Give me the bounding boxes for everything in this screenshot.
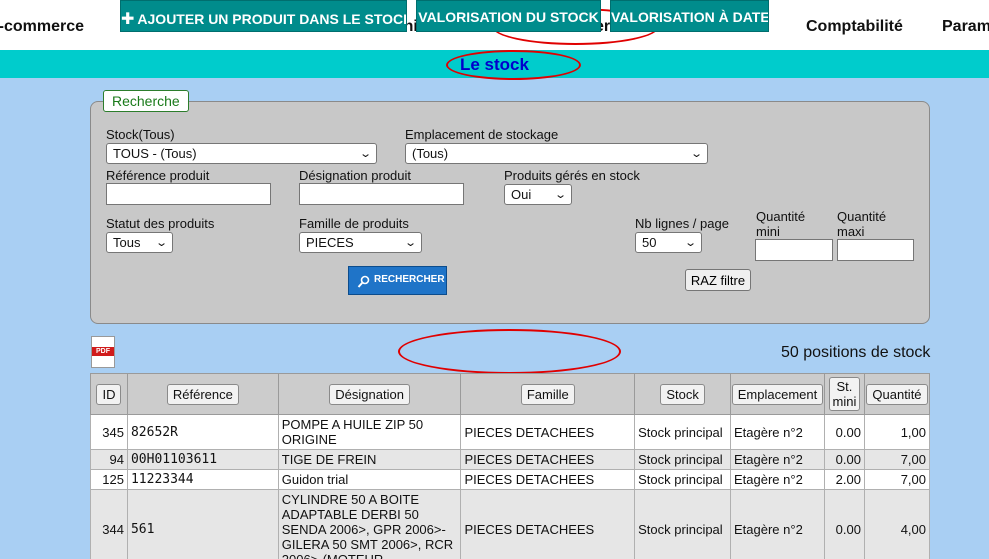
table-header-row: ID Référence Désignation Famille Stock E… [90, 373, 931, 415]
search-button[interactable]: RECHERCHER [348, 266, 447, 295]
nblignes-label: Nb lignes / page [635, 216, 729, 231]
table-row[interactable]: 345 82652R POMPE A HUILE ZIP 50 ORIGINE … [90, 414, 931, 450]
chevron-down-icon: ⌄ [689, 148, 703, 160]
chevron-down-icon: ⌄ [553, 189, 567, 201]
header-id[interactable]: ID [96, 383, 122, 405]
reference-label: Référence produit [106, 168, 210, 183]
search-button-label: RECHERCHER [374, 274, 445, 285]
page-title: Le stock [460, 55, 529, 74]
table-row[interactable]: 344 561 CYLINDRE 50 A BOITE ADAPTABLE DE… [90, 489, 931, 559]
nav-item-ecommerce[interactable]: E-commerce [0, 18, 84, 36]
stock-table: ID Référence Désignation Famille Stock E… [90, 373, 931, 559]
qmax-label-line2: maxi [837, 224, 865, 239]
product-reference-link[interactable]: 82652R [126, 414, 279, 450]
geres-label: Produits gérés en stock [504, 168, 640, 183]
pdf-export-icon[interactable]: PDF [91, 336, 115, 368]
chevron-down-icon: ⌄ [403, 237, 417, 249]
nav-item-parametres[interactable]: Param [942, 18, 989, 36]
highlight-ring-valorisation [398, 329, 621, 374]
reset-filter-button[interactable]: RAZ filtre [685, 269, 751, 291]
stock-label: Stock(Tous) [106, 127, 175, 142]
chevron-down-icon: ⌄ [683, 237, 697, 249]
chevron-down-icon: ⌄ [154, 237, 168, 249]
reference-input[interactable] [106, 183, 271, 205]
search-legend: Recherche [103, 90, 189, 112]
emplacement-label: Emplacement de stockage [405, 127, 559, 142]
designation-label: Désignation produit [299, 168, 412, 183]
statut-label: Statut des produits [106, 216, 215, 231]
chevron-down-icon: ⌄ [358, 148, 372, 160]
qmin-label-line1: Quantité [756, 209, 806, 224]
valorisation-date-button[interactable]: VALORISATION À DATE [610, 0, 769, 32]
sub-header-bar: Le stock [0, 50, 989, 78]
header-reference[interactable]: Référence [166, 383, 239, 405]
nblignes-select[interactable]: 50 ⌄ [635, 232, 702, 253]
add-product-button[interactable]: ✚ AJOUTER UN PRODUIT DANS LE STOCK [120, 0, 407, 32]
qmax-label-line1: Quantité [837, 209, 887, 224]
product-reference-link[interactable]: 11223344 [126, 469, 279, 490]
statut-select[interactable]: Tous ⌄ [106, 232, 173, 253]
famille-select[interactable]: PIECES ⌄ [299, 232, 422, 253]
header-famille[interactable]: Famille [520, 383, 575, 405]
nav-item-comptabilite[interactable]: Comptabilité [806, 18, 903, 36]
valorisation-button[interactable]: VALORISATION DU STOCK [416, 0, 601, 32]
header-stock[interactable]: Stock [660, 383, 705, 405]
geres-select[interactable]: Oui ⌄ [504, 184, 572, 205]
search-icon [357, 275, 370, 288]
header-designation[interactable]: Désignation [329, 383, 410, 405]
positions-count: 50 positions de stock [781, 344, 931, 361]
stock-select[interactable]: TOUS - (Tous) ⌄ [106, 143, 377, 164]
plus-icon: ✚ [121, 11, 135, 28]
add-product-label: AJOUTER UN PRODUIT DANS LE STOCK [137, 11, 407, 27]
quantite-mini-input[interactable] [755, 239, 833, 261]
famille-label: Famille de produits [299, 216, 409, 231]
table-row[interactable]: 125 11223344 Guidon trial PIECES DETACHE… [90, 469, 931, 490]
emplacement-select[interactable]: (Tous) ⌄ [405, 143, 708, 164]
product-reference-link[interactable]: 561 [126, 489, 279, 559]
designation-input[interactable] [299, 183, 464, 205]
product-reference-link[interactable]: 00H01103611 [126, 449, 279, 470]
header-quantite[interactable]: Quantité [866, 383, 928, 405]
table-row[interactable]: 94 00H01103611 TIGE DE FREIN PIECES DETA… [90, 449, 931, 470]
header-stmini[interactable]: St. mini [828, 377, 861, 411]
qmin-label-line2: mini [756, 224, 780, 239]
quantite-maxi-input[interactable] [837, 239, 914, 261]
header-emplacement[interactable]: Emplacement [731, 383, 824, 405]
